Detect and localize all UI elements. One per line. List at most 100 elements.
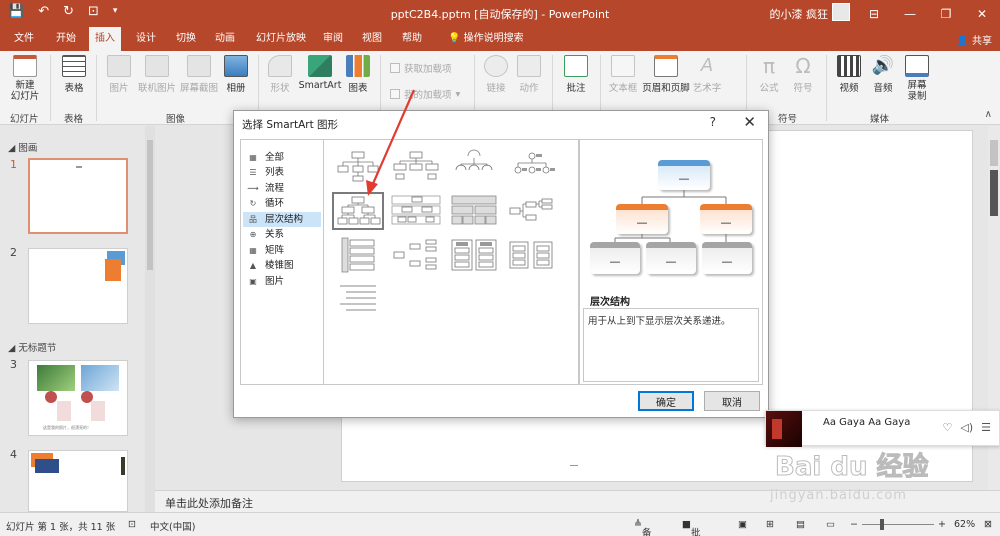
- category-list-item[interactable]: ☰ 列表: [243, 165, 321, 180]
- shapes-button[interactable]: 形状: [266, 55, 294, 94]
- layout-labeled-hierarchy[interactable]: [390, 192, 442, 230]
- layout-horizontal-org[interactable]: [390, 236, 442, 274]
- share-button[interactable]: 👤 共享: [956, 32, 992, 47]
- editor-scrollbar[interactable]: [988, 126, 1000, 512]
- category-pyramid[interactable]: ▲ 棱锥图: [243, 258, 321, 273]
- notes-toggle[interactable]: ≜ 备注: [634, 519, 651, 536]
- avatar[interactable]: [832, 3, 850, 21]
- close-button[interactable]: ✕: [964, 0, 1000, 27]
- link-button[interactable]: 链接: [482, 55, 510, 94]
- audio-button[interactable]: 🔊 音频: [868, 55, 898, 94]
- get-addins-button[interactable]: 获取加载项: [390, 61, 452, 75]
- category-cycle[interactable]: ↻ 循环: [243, 196, 321, 211]
- layout-horizontal-hierarchy[interactable]: [506, 192, 558, 230]
- scrollbar-thumb[interactable]: [147, 140, 153, 270]
- layout-bracket-list[interactable]: [332, 280, 384, 318]
- tab-animations[interactable]: 动画: [209, 27, 241, 51]
- zoom-slider-thumb[interactable]: [880, 519, 884, 530]
- zoom-level[interactable]: 62%: [954, 519, 975, 530]
- tab-design[interactable]: 设计: [130, 27, 162, 51]
- category-hierarchy[interactable]: 品层次结构: [243, 212, 321, 227]
- section-label[interactable]: ◢ 图画: [8, 140, 37, 154]
- minimize-button[interactable]: —: [892, 0, 928, 27]
- zoom-out-icon[interactable]: −: [850, 519, 858, 530]
- user-name[interactable]: 的小漆 疯狂: [770, 6, 829, 22]
- scrollbar-thumb[interactable]: [990, 170, 998, 216]
- chart-icon: [346, 55, 370, 77]
- my-addins-button[interactable]: 我的加载项 ▾: [390, 87, 460, 101]
- collapse-ribbon-icon[interactable]: ∧: [985, 109, 992, 120]
- bracket-list-icon: [340, 285, 376, 311]
- wordart-button[interactable]: A 艺术字: [692, 55, 722, 94]
- comment-button[interactable]: 批注: [560, 55, 592, 94]
- tab-slideshow[interactable]: 幻灯片放映: [250, 27, 312, 51]
- group-media-label: 媒体: [870, 114, 890, 125]
- help-button[interactable]: ?: [710, 115, 716, 129]
- spelling-icon[interactable]: ⊡: [128, 519, 136, 530]
- tab-file[interactable]: 文件: [8, 27, 40, 51]
- dialog-close-button[interactable]: ✕: [743, 113, 756, 131]
- tab-help[interactable]: 帮助: [396, 27, 428, 51]
- layout-hierarchy-list[interactable]: [332, 236, 384, 274]
- heart-icon[interactable]: ♡: [942, 421, 952, 434]
- slide-thumbnail-1[interactable]: [28, 158, 128, 234]
- layout-circle-picture-hierarchy[interactable]: [506, 148, 558, 186]
- online-picture-button[interactable]: 联机图片: [136, 55, 178, 94]
- smartart-label: SmartArt: [298, 80, 342, 91]
- layout-hierarchy[interactable]: [332, 192, 384, 230]
- layout-table-hierarchy[interactable]: [448, 192, 500, 230]
- new-slide-button[interactable]: 新建 幻灯片: [6, 55, 44, 102]
- equation-label: 公式: [759, 83, 779, 94]
- language[interactable]: 中文(中国): [150, 519, 195, 533]
- zoom-in-icon[interactable]: +: [938, 519, 946, 530]
- slides-scrollbar[interactable]: [145, 126, 155, 512]
- equation-button[interactable]: π 公式: [754, 55, 784, 94]
- tab-view[interactable]: 视图: [356, 27, 388, 51]
- table-button[interactable]: 表格: [58, 55, 90, 94]
- zoom-slider[interactable]: [862, 524, 934, 525]
- playlist-icon[interactable]: ☰: [981, 421, 991, 434]
- smartart-button[interactable]: SmartArt: [298, 55, 342, 91]
- volume-icon[interactable]: ◁): [960, 421, 973, 434]
- tab-insert[interactable]: 插入: [89, 27, 121, 51]
- symbol-button[interactable]: Ω 符号: [788, 55, 818, 94]
- normal-view-icon[interactable]: ▣: [738, 519, 747, 530]
- chart-button[interactable]: 图表: [344, 55, 372, 94]
- action-button[interactable]: 动作: [514, 55, 544, 94]
- picture-button[interactable]: 图片: [104, 55, 134, 94]
- category-relationship[interactable]: ⊕ 关系: [243, 227, 321, 242]
- layout-lined-list[interactable]: [506, 236, 558, 274]
- reading-view-icon[interactable]: ▤: [796, 519, 805, 530]
- ok-button[interactable]: 确定: [638, 391, 694, 411]
- slide-thumbnail-2[interactable]: [28, 248, 128, 324]
- tab-transitions[interactable]: 切换: [170, 27, 202, 51]
- slide-thumbnail-3[interactable]: 这是我的照片，很漂亮的！: [28, 360, 128, 436]
- screenshot-button[interactable]: 屏幕截图: [178, 55, 220, 94]
- video-button[interactable]: 视频: [834, 55, 864, 94]
- category-picture[interactable]: ▣ 图片: [243, 274, 321, 289]
- slide-thumbnail-4[interactable]: [28, 450, 128, 512]
- comments-toggle[interactable]: ■ 批注: [682, 519, 701, 536]
- category-all[interactable]: ▦ 全部: [243, 150, 321, 165]
- album-button[interactable]: 相册: [222, 55, 250, 94]
- slide-sorter-icon[interactable]: ⊞: [766, 519, 774, 530]
- layout-half-circle-org[interactable]: [448, 148, 500, 186]
- tell-me-search[interactable]: 💡 操作说明搜索: [442, 27, 530, 51]
- scrollbar-thumb[interactable]: [990, 140, 998, 166]
- tab-review[interactable]: 审阅: [317, 27, 349, 51]
- section-label[interactable]: ◢ 无标题节: [8, 340, 56, 354]
- layout-org-chart[interactable]: [332, 148, 384, 186]
- ribbon-display-icon[interactable]: ⊟: [856, 0, 892, 27]
- layout-hierarchy-labeled-list[interactable]: [448, 236, 500, 274]
- restore-button[interactable]: ❐: [928, 0, 964, 27]
- cancel-button[interactable]: 取消: [704, 391, 760, 411]
- textbox-button[interactable]: 文本框: [606, 55, 640, 94]
- slideshow-icon[interactable]: ▭: [826, 519, 835, 530]
- layout-name-title-org[interactable]: [390, 148, 442, 186]
- category-matrix[interactable]: ▦ 矩阵: [243, 243, 321, 258]
- header-footer-button[interactable]: 页眉和页脚: [640, 55, 692, 94]
- screen-record-button[interactable]: 屏幕 录制: [902, 55, 932, 102]
- fit-to-window-icon[interactable]: ⊠: [984, 519, 992, 530]
- category-process[interactable]: ⟿ 流程: [243, 181, 321, 196]
- tab-home[interactable]: 开始: [50, 27, 82, 51]
